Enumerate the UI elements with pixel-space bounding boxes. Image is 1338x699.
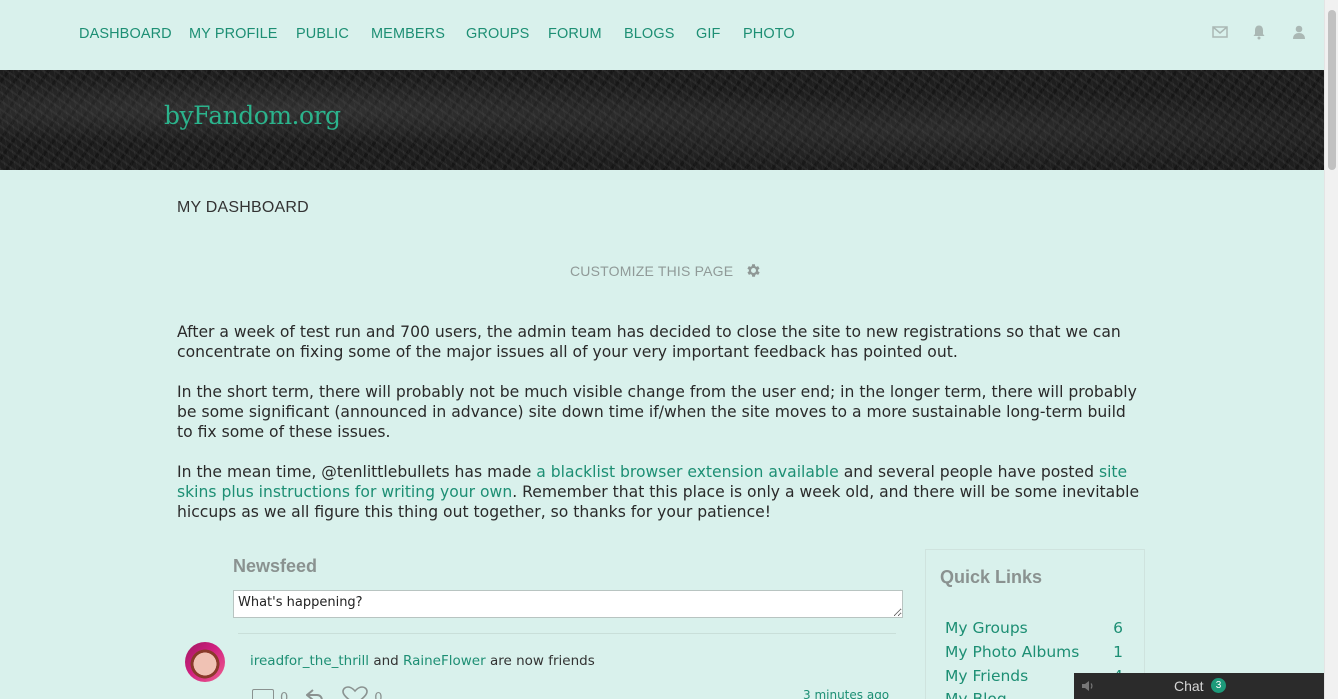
- volume-icon[interactable]: [1081, 679, 1095, 693]
- nav-photo[interactable]: PHOTO: [743, 26, 795, 42]
- like-count: 0: [374, 690, 383, 699]
- comment-button[interactable]: 0: [252, 689, 288, 699]
- quick-link-count: 1: [1113, 643, 1123, 661]
- feed-user-link[interactable]: RaineFlower: [403, 653, 486, 669]
- nav-dashboard[interactable]: DASHBOARD: [79, 26, 172, 42]
- like-button[interactable]: 0: [342, 686, 383, 699]
- bell-icon[interactable]: [1251, 24, 1267, 40]
- quick-links-title: Quick Links: [940, 567, 1043, 587]
- reply-icon: [305, 689, 324, 699]
- feed-text: ireadfor_the_thrill and RaineFlower are …: [250, 653, 595, 669]
- quick-link-label: My Friends: [945, 667, 1029, 685]
- newsfeed: Newsfeed What's happening?: [233, 556, 903, 618]
- customize-label: CUSTOMIZE THIS PAGE: [570, 262, 734, 279]
- announcement-paragraph-1: After a week of test run and 700 users, …: [177, 323, 1121, 361]
- announcement-text: In the mean time, @tenlittlebullets has …: [177, 463, 537, 481]
- nav-gif[interactable]: GIF: [696, 26, 720, 42]
- comment-icon: [252, 689, 274, 699]
- feed-timestamp[interactable]: 3 minutes ago: [803, 688, 889, 699]
- user-icon[interactable]: [1291, 24, 1307, 40]
- chat-bar[interactable]: Chat 3: [1074, 673, 1324, 699]
- announcement-text: and several people have posted: [838, 463, 1099, 481]
- nav-my-profile[interactable]: MY PROFILE: [189, 26, 278, 42]
- nav-public[interactable]: PUBLIC: [296, 26, 349, 42]
- feed-connector: and: [369, 653, 404, 669]
- feed-actions: 0 0: [252, 686, 401, 699]
- chat-label: Chat: [1174, 678, 1204, 694]
- nav-blogs[interactable]: BLOGS: [624, 26, 674, 42]
- announcement-paragraph-3: In the mean time, @tenlittlebullets has …: [177, 462, 1142, 522]
- page-scrollbar[interactable]: [1324, 0, 1338, 699]
- scrollbar-thumb[interactable]: [1328, 10, 1336, 170]
- gear-icon[interactable]: [745, 262, 762, 279]
- site-banner: byFandom.org: [0, 70, 1324, 170]
- quick-link-my-photo-albums[interactable]: My Photo Albums 1: [945, 643, 1123, 661]
- announcement-paragraph-2: In the short term, there will probably n…: [177, 383, 1137, 441]
- reply-button[interactable]: [305, 689, 324, 699]
- site-logo[interactable]: byFandom.org: [164, 101, 341, 130]
- feed-user-link[interactable]: ireadfor_the_thrill: [250, 653, 369, 669]
- envelope-icon[interactable]: [1212, 24, 1228, 40]
- customize-page-button[interactable]: CUSTOMIZE THIS PAGE: [570, 262, 762, 279]
- feed-action-text: are now friends: [485, 653, 595, 669]
- blacklist-extension-link[interactable]: a blacklist browser extension available: [536, 463, 838, 481]
- status-input[interactable]: What's happening?: [233, 590, 903, 618]
- announcement: After a week of test run and 700 users, …: [177, 322, 1142, 542]
- chat-count-badge: 3: [1211, 678, 1226, 693]
- quick-link-my-groups[interactable]: My Groups 6: [945, 619, 1123, 637]
- top-navigation: DASHBOARD MY PROFILE PUBLIC MEMBERS GROU…: [0, 0, 1324, 70]
- avatar[interactable]: [185, 642, 225, 682]
- quick-link-count: 6: [1113, 619, 1123, 637]
- nav-forum[interactable]: FORUM: [548, 26, 602, 42]
- feed-item: ireadfor_the_thrill and RaineFlower are …: [185, 642, 895, 699]
- newsfeed-divider: [238, 633, 896, 634]
- quick-link-label: My Photo Albums: [945, 643, 1080, 661]
- quick-link-label: My Groups: [945, 619, 1028, 637]
- quick-link-label: My Blog: [945, 690, 1007, 699]
- nav-members[interactable]: MEMBERS: [371, 26, 445, 42]
- comment-count: 0: [280, 690, 289, 699]
- nav-groups[interactable]: GROUPS: [466, 26, 529, 42]
- heart-icon: [342, 686, 369, 699]
- page-title: MY DASHBOARD: [177, 199, 309, 216]
- newsfeed-title: Newsfeed: [233, 556, 318, 576]
